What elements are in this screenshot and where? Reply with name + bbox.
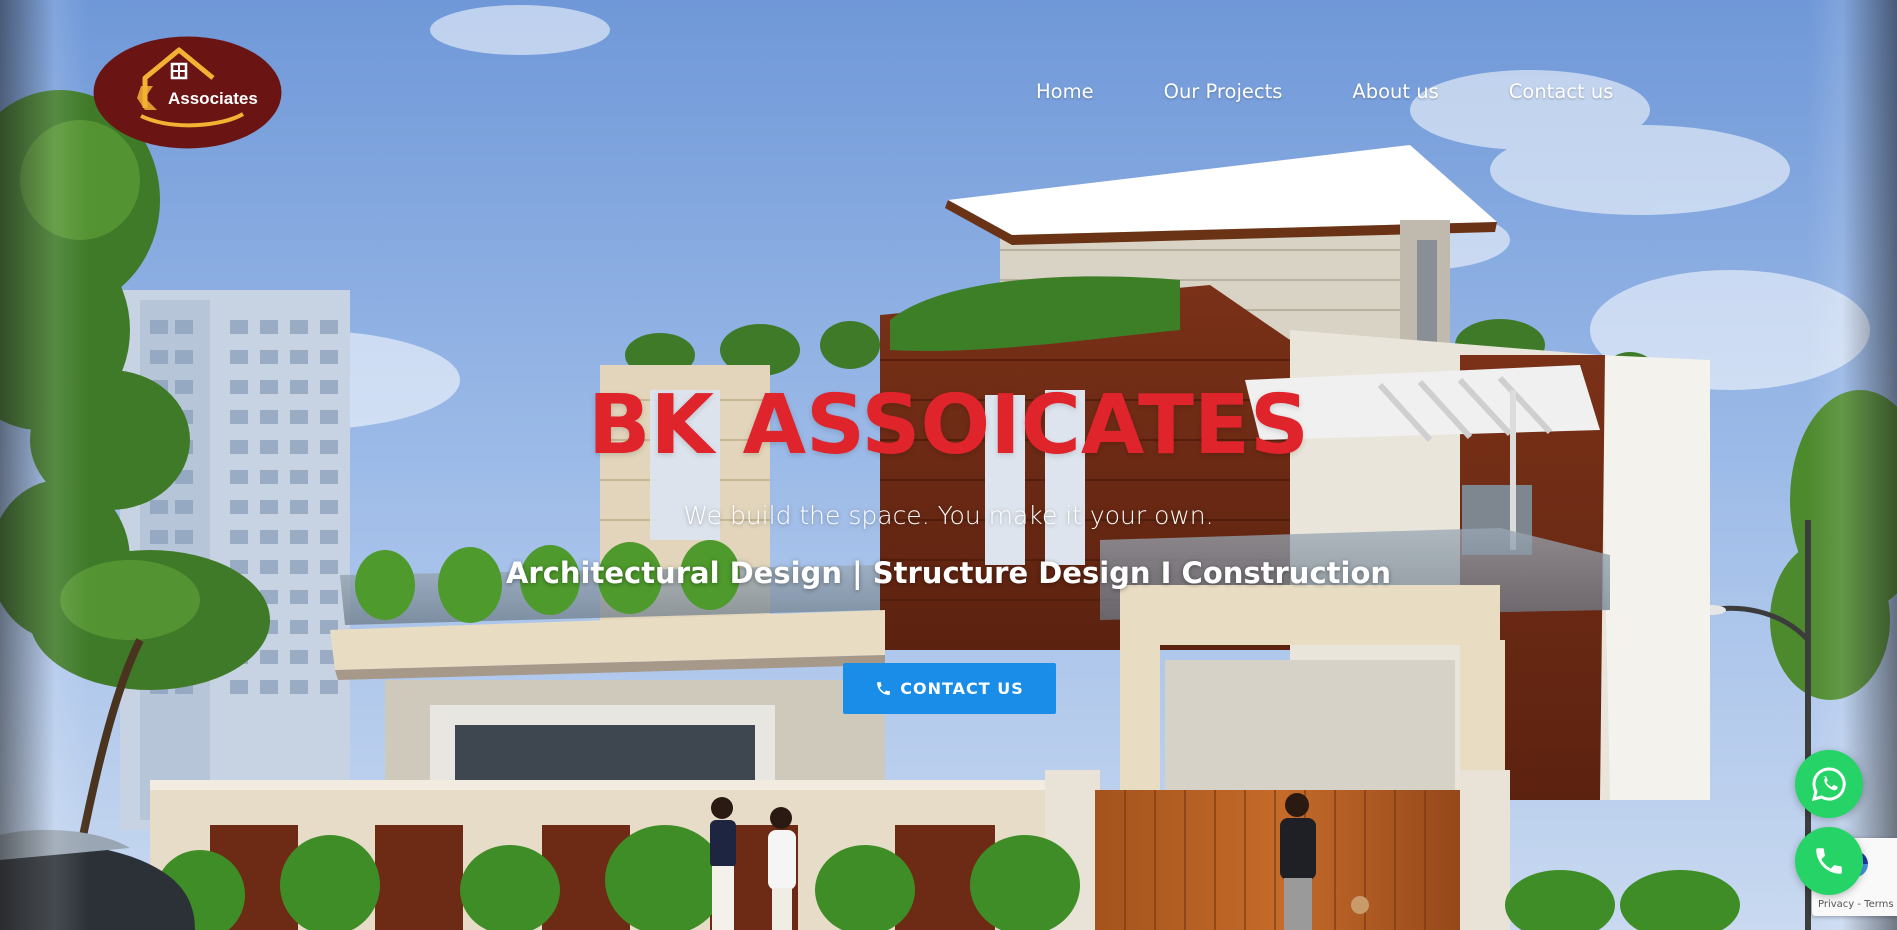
- nav-contact-us[interactable]: Contact us: [1509, 80, 1614, 103]
- nav-home[interactable]: Home: [1036, 80, 1094, 103]
- hero-title: BK ASSOICATES: [588, 378, 1309, 473]
- hero-tagline: We build the space. You make it your own…: [683, 501, 1214, 530]
- phone-icon: [877, 682, 891, 695]
- phone-icon: [1816, 848, 1842, 874]
- nav-about-us[interactable]: About us: [1352, 80, 1438, 103]
- hero-services: Architectural Design | Structure Design …: [505, 556, 1392, 590]
- contact-us-label: CONTACT US: [900, 679, 1024, 698]
- contact-us-button[interactable]: CONTACT US: [843, 663, 1056, 714]
- call-button[interactable]: [1795, 827, 1863, 895]
- logo-wordmark: Associates: [168, 89, 258, 108]
- brand-logo[interactable]: Associates: [93, 36, 282, 149]
- recaptcha-links[interactable]: Privacy - Terms: [1818, 899, 1894, 910]
- whatsapp-button[interactable]: [1795, 750, 1863, 818]
- nav-our-projects[interactable]: Our Projects: [1164, 80, 1283, 103]
- whatsapp-icon: [1811, 767, 1846, 802]
- main-nav: Home Our Projects About us Contact us: [1036, 80, 1613, 103]
